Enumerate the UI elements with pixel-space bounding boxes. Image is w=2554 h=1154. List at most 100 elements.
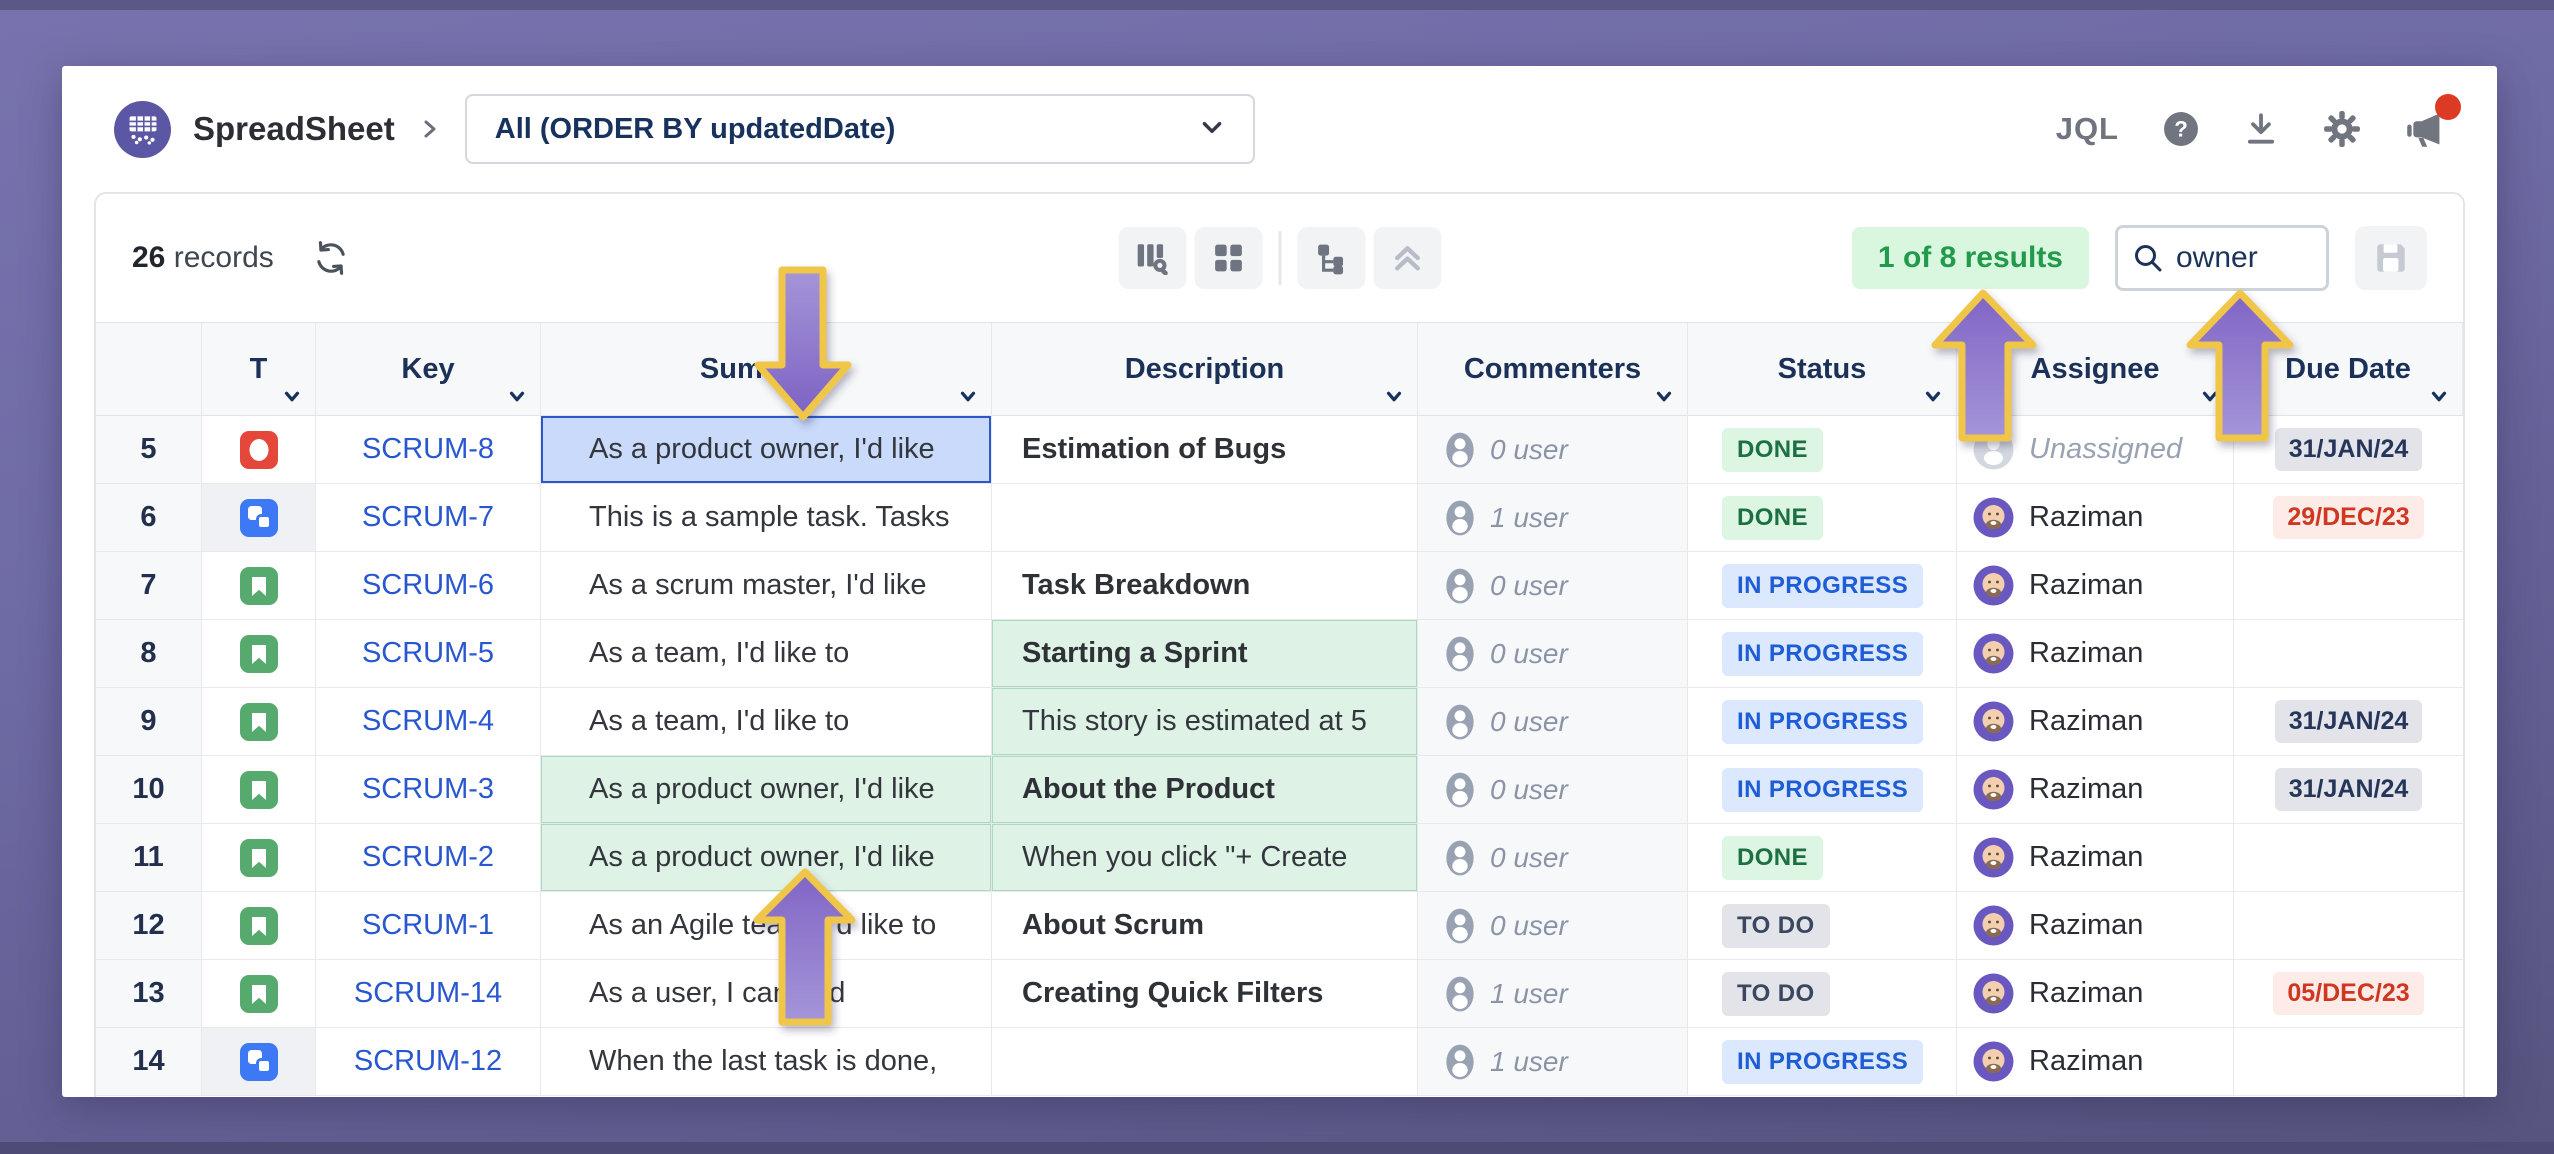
issue-type-cell[interactable]	[202, 824, 316, 892]
status-cell[interactable]: DONE	[1688, 824, 1957, 892]
description-cell[interactable]: Creating Quick Filters	[992, 960, 1418, 1028]
issue-key-link[interactable]: SCRUM-4	[362, 705, 494, 738]
search-box[interactable]	[2115, 225, 2329, 291]
issue-key-cell[interactable]: SCRUM-5	[316, 620, 541, 688]
status-cell[interactable]: IN PROGRESS	[1688, 1028, 1957, 1096]
column-sort-chevron-icon[interactable]	[957, 387, 979, 407]
issue-key-cell[interactable]: SCRUM-8	[316, 416, 541, 484]
issue-key-link[interactable]: SCRUM-8	[362, 433, 494, 466]
status-cell[interactable]: TO DO	[1688, 960, 1957, 1028]
commenters-cell[interactable]: 0 user	[1418, 552, 1688, 620]
issue-key-link[interactable]: SCRUM-3	[362, 773, 494, 806]
due-date-cell[interactable]	[2234, 824, 2463, 892]
commenters-cell[interactable]: 0 user	[1418, 688, 1688, 756]
assignee-cell[interactable]: Raziman	[1957, 552, 2234, 620]
assignee-cell[interactable]: Raziman	[1957, 620, 2234, 688]
column-header-commenters[interactable]: Commenters	[1418, 323, 1688, 416]
filter-dropdown[interactable]: All (ORDER BY updatedDate)	[465, 94, 1255, 164]
summary-cell[interactable]: This is a sample task. Tasks	[541, 484, 992, 552]
export-download-icon[interactable]	[2243, 111, 2279, 147]
column-header-summary[interactable]: Summary	[541, 323, 992, 416]
issue-type-cell[interactable]	[202, 756, 316, 824]
summary-cell[interactable]: As an Agile team, I'd like to	[541, 892, 992, 960]
summary-cell[interactable]: As a scrum master, I'd like	[541, 552, 992, 620]
row-number[interactable]: 6	[96, 484, 202, 552]
issue-type-cell[interactable]	[202, 620, 316, 688]
row-number[interactable]: 13	[96, 960, 202, 1028]
column-header-due-date[interactable]: Due Date	[2234, 323, 2463, 416]
issue-key-link[interactable]: SCRUM-5	[362, 637, 494, 670]
column-sort-chevron-icon[interactable]	[1922, 387, 1944, 407]
assignee-cell[interactable]: Unassigned	[1957, 416, 2234, 484]
status-cell[interactable]: DONE	[1688, 416, 1957, 484]
issue-type-cell[interactable]	[202, 688, 316, 756]
column-header-t[interactable]: T	[202, 323, 316, 416]
issue-key-cell[interactable]: SCRUM-14	[316, 960, 541, 1028]
issue-key-link[interactable]: SCRUM-2	[362, 841, 494, 874]
status-cell[interactable]: TO DO	[1688, 892, 1957, 960]
assignee-cell[interactable]: Raziman	[1957, 1028, 2234, 1096]
due-date-cell[interactable]	[2234, 892, 2463, 960]
column-sort-chevron-icon[interactable]	[1383, 387, 1405, 407]
issue-key-link[interactable]: SCRUM-1	[362, 909, 494, 942]
description-cell[interactable]: About Scrum	[992, 892, 1418, 960]
assignee-cell[interactable]: Raziman	[1957, 756, 2234, 824]
column-sort-chevron-icon[interactable]	[1653, 387, 1675, 407]
commenters-cell[interactable]: 1 user	[1418, 1028, 1688, 1096]
jql-button[interactable]: JQL	[2056, 111, 2119, 147]
description-cell[interactable]	[992, 484, 1418, 552]
issue-key-cell[interactable]: SCRUM-12	[316, 1028, 541, 1096]
due-date-cell[interactable]: 29/DEC/23	[2234, 484, 2463, 552]
row-number[interactable]: 8	[96, 620, 202, 688]
status-cell[interactable]: IN PROGRESS	[1688, 688, 1957, 756]
search-input[interactable]	[2176, 241, 2306, 275]
issue-type-cell[interactable]	[202, 892, 316, 960]
commenters-cell[interactable]: 0 user	[1418, 416, 1688, 484]
issue-type-cell[interactable]	[202, 1028, 316, 1096]
due-date-cell[interactable]	[2234, 552, 2463, 620]
due-date-cell[interactable]: 05/DEC/23	[2234, 960, 2463, 1028]
issue-type-cell[interactable]	[202, 484, 316, 552]
issue-key-cell[interactable]: SCRUM-7	[316, 484, 541, 552]
save-button[interactable]	[2355, 226, 2427, 290]
commenters-cell[interactable]: 1 user	[1418, 484, 1688, 552]
issue-key-cell[interactable]: SCRUM-4	[316, 688, 541, 756]
commenters-cell[interactable]: 0 user	[1418, 620, 1688, 688]
row-number[interactable]: 10	[96, 756, 202, 824]
assignee-cell[interactable]: Raziman	[1957, 484, 2234, 552]
refresh-button[interactable]	[312, 239, 350, 277]
row-number[interactable]: 5	[96, 416, 202, 484]
issue-key-cell[interactable]: SCRUM-3	[316, 756, 541, 824]
description-cell[interactable]: This story is estimated at 5	[992, 688, 1418, 756]
help-icon[interactable]: ?	[2163, 111, 2199, 147]
due-date-cell[interactable]	[2234, 620, 2463, 688]
summary-cell[interactable]: As a product owner, I'd like	[541, 416, 992, 484]
summary-cell[interactable]: As a team, I'd like to	[541, 620, 992, 688]
issue-key-link[interactable]: SCRUM-7	[362, 501, 494, 534]
summary-cell[interactable]: As a user, I can add	[541, 960, 992, 1028]
column-sort-chevron-icon[interactable]	[281, 387, 303, 407]
issue-key-cell[interactable]: SCRUM-1	[316, 892, 541, 960]
due-date-cell[interactable]: 31/JAN/24	[2234, 756, 2463, 824]
status-cell[interactable]: DONE	[1688, 484, 1957, 552]
issue-key-link[interactable]: SCRUM-12	[354, 1045, 502, 1078]
summary-cell[interactable]: When the last task is done,	[541, 1028, 992, 1096]
column-header-key[interactable]: Key	[316, 323, 541, 416]
row-number[interactable]: 9	[96, 688, 202, 756]
commenters-cell[interactable]: 1 user	[1418, 960, 1688, 1028]
issue-type-cell[interactable]	[202, 416, 316, 484]
description-cell[interactable]	[992, 1028, 1418, 1096]
grid-view-button[interactable]	[1194, 227, 1262, 289]
description-cell[interactable]: Starting a Sprint	[992, 620, 1418, 688]
row-number[interactable]: 12	[96, 892, 202, 960]
column-settings-button[interactable]	[1118, 227, 1186, 289]
description-cell[interactable]: When you click "+ Create	[992, 824, 1418, 892]
column-sort-chevron-icon[interactable]	[506, 387, 528, 407]
commenters-cell[interactable]: 0 user	[1418, 892, 1688, 960]
row-number[interactable]: 7	[96, 552, 202, 620]
due-date-cell[interactable]: 31/JAN/24	[2234, 688, 2463, 756]
issue-type-cell[interactable]	[202, 960, 316, 1028]
column-header-rownum[interactable]	[96, 323, 202, 416]
column-sort-chevron-icon[interactable]	[2428, 387, 2450, 407]
column-header-assignee[interactable]: Assignee	[1957, 323, 2234, 416]
